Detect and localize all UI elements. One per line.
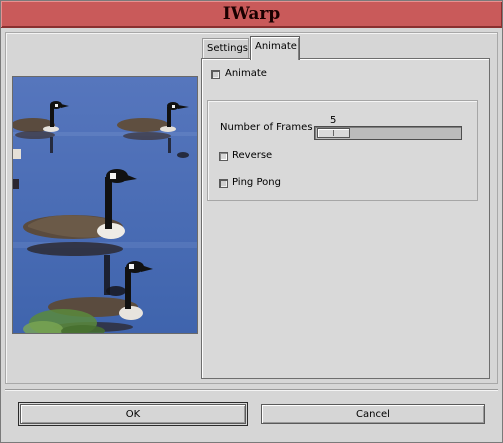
tab-animate[interactable]: Animate [250, 36, 300, 60]
frames-slider-handle[interactable] [317, 128, 350, 138]
animate-checkbox-label[interactable]: Animate [225, 68, 267, 79]
preview-image [12, 76, 198, 334]
iwarp-dialog: IWarp Settings Animate Animate Number of… [0, 0, 503, 443]
frames-slider[interactable] [314, 126, 462, 140]
title-bar[interactable]: IWarp [1, 1, 502, 28]
slider-grip-icon [333, 130, 334, 136]
tab-settings[interactable]: Settings [202, 38, 249, 59]
cancel-button[interactable]: Cancel [261, 404, 485, 424]
pingpong-checkbox[interactable] [219, 179, 228, 188]
animate-checkbox[interactable] [211, 70, 220, 79]
geese-preview-graphic [13, 77, 197, 333]
button-separator [5, 389, 498, 391]
ok-button[interactable]: OK [18, 402, 248, 426]
window-title: IWarp [222, 4, 281, 24]
frames-value: 5 [330, 115, 337, 126]
pingpong-checkbox-label[interactable]: Ping Pong [232, 177, 281, 188]
frames-label: Number of Frames [220, 122, 313, 133]
reverse-checkbox-label[interactable]: Reverse [232, 150, 272, 161]
reverse-checkbox[interactable] [219, 152, 228, 161]
